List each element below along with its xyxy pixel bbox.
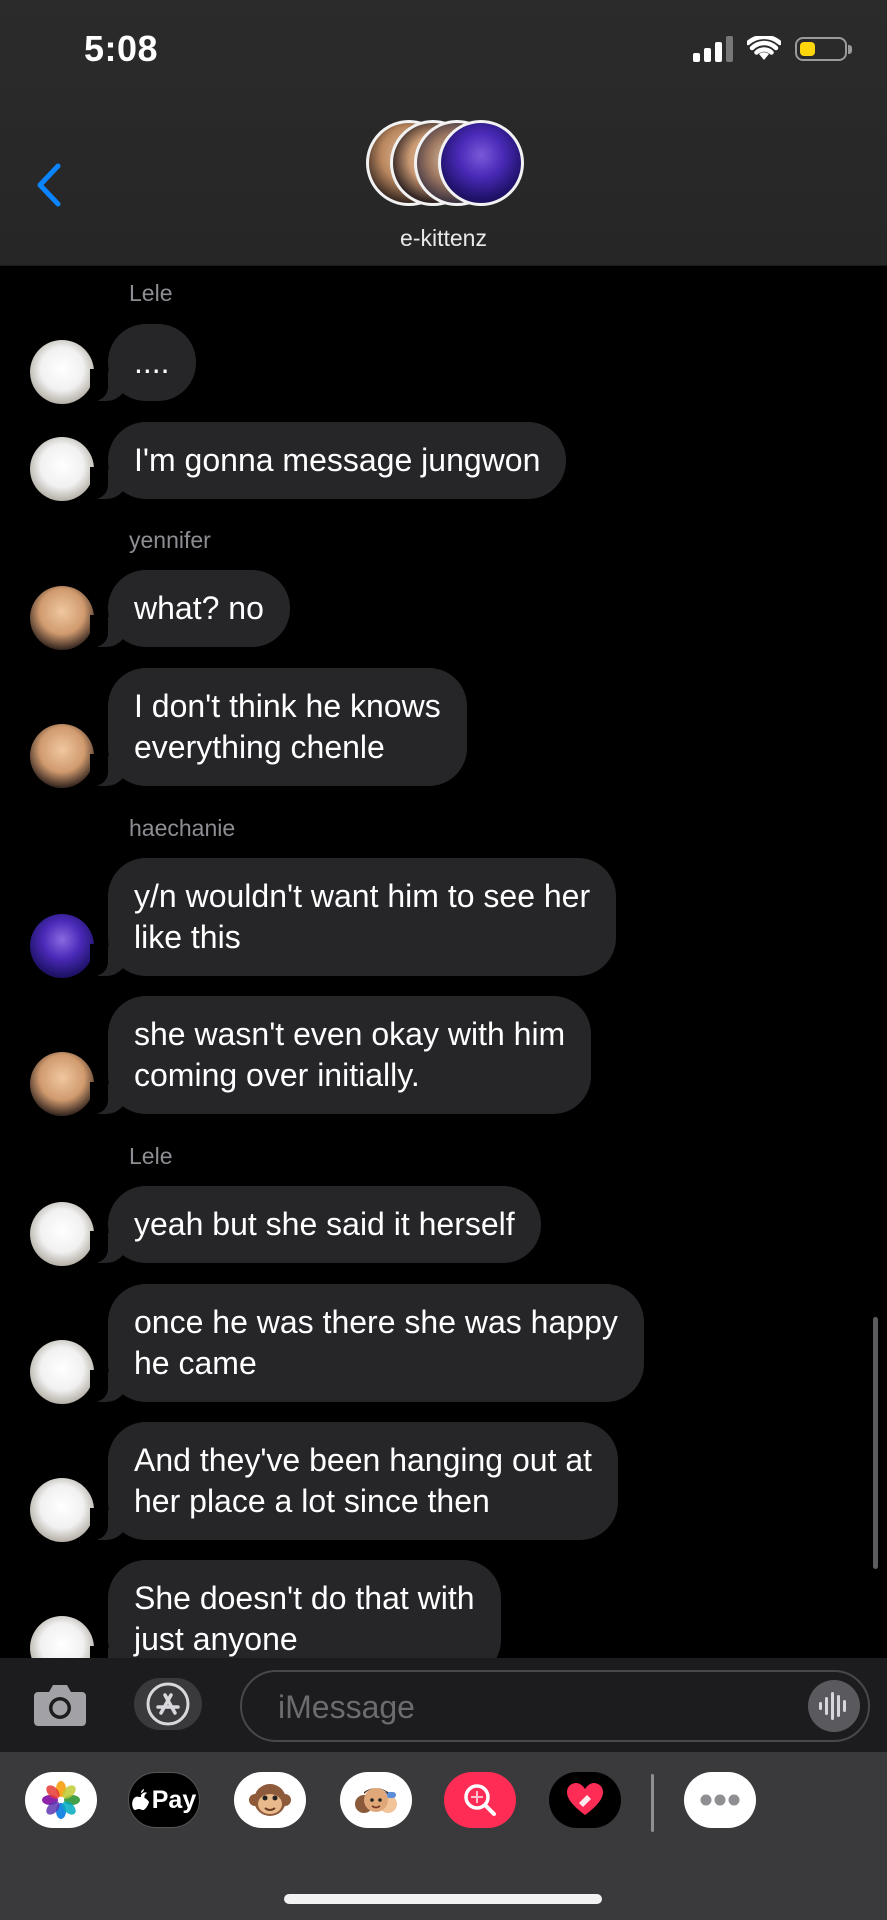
back-chevron-icon[interactable] <box>30 160 70 210</box>
sender-avatar <box>30 1052 94 1116</box>
image-search-button[interactable] <box>444 1772 516 1828</box>
camera-icon[interactable] <box>32 1680 88 1728</box>
group-name[interactable]: e-kittenz <box>0 225 887 252</box>
digital-touch-button[interactable] <box>549 1772 621 1828</box>
dictation-button[interactable] <box>808 1680 860 1732</box>
message-bubble[interactable]: what? no <box>90 570 290 647</box>
apple-pay-button[interactable]: Pay <box>128 1772 200 1828</box>
message-bubble[interactable]: once he was there she was happy he came <box>90 1284 644 1402</box>
status-icons <box>693 32 852 66</box>
message-bubble[interactable]: She doesn't do that with just anyone <box>90 1560 501 1658</box>
message-input-field[interactable] <box>240 1670 870 1742</box>
memoji-icon <box>355 1788 397 1813</box>
status-time: 5:08 <box>84 28 159 69</box>
group-avatar-stack[interactable] <box>366 120 526 210</box>
sender-avatar <box>30 724 94 788</box>
scrollbar[interactable] <box>873 1317 878 1569</box>
conversation-header: 5:08 e-kittenz <box>0 0 887 266</box>
digital-touch-icon <box>567 1783 603 1815</box>
sender-avatar <box>30 1202 94 1266</box>
image-search-icon <box>464 1784 496 1816</box>
app-store-icon <box>146 1682 190 1726</box>
battery-icon <box>795 37 852 61</box>
sender-avatar <box>30 437 94 501</box>
wifi-icon <box>747 36 781 60</box>
message-bubble[interactable]: I'm gonna message jungwon <box>89 422 567 499</box>
animoji-button[interactable] <box>234 1772 306 1828</box>
audio-waveform-icon <box>819 1692 846 1720</box>
sender-avatar <box>30 340 94 404</box>
group-member-avatar <box>438 120 524 206</box>
sender-avatar <box>30 1478 94 1542</box>
message-bubble[interactable]: I don't think he knows everything chenle <box>90 668 467 786</box>
message-bubble[interactable]: y/n wouldn't want him to see her like th… <box>89 858 617 976</box>
sender-avatar <box>30 1616 94 1658</box>
photos-icon <box>42 1781 80 1819</box>
home-indicator[interactable] <box>284 1894 602 1904</box>
message-bubble[interactable]: .... <box>90 324 196 401</box>
compose-bar <box>0 1658 887 1752</box>
message-bubble[interactable]: yeah but she said it herself <box>90 1186 541 1263</box>
animoji-icon <box>249 1784 291 1816</box>
apple-pay-icon <box>131 1789 149 1810</box>
message-bubble[interactable]: she wasn't even okay with him coming ove… <box>89 996 592 1114</box>
memoji-button[interactable] <box>340 1772 412 1828</box>
sender-avatar <box>30 914 94 978</box>
sender-avatar <box>30 1340 94 1404</box>
apple-pay-label: Pay <box>151 1785 197 1814</box>
cellular-signal-icon <box>693 36 733 62</box>
sender-name: yennifer <box>129 527 211 553</box>
sender-avatar <box>30 586 94 650</box>
app-strip-divider <box>651 1774 654 1832</box>
sender-name: Lele <box>129 1143 173 1169</box>
message-bubble[interactable]: And they've been hanging out at her plac… <box>89 1422 619 1540</box>
photos-app-button[interactable] <box>25 1772 97 1828</box>
more-apps-button[interactable] <box>684 1772 756 1828</box>
message-input[interactable] <box>276 1672 780 1742</box>
imessage-app-strip: Pay <box>0 1752 887 1920</box>
more-apps-icon <box>700 1794 740 1806</box>
sender-name: Lele <box>129 280 173 306</box>
sender-name: haechanie <box>129 815 236 841</box>
app-store-button[interactable] <box>134 1678 202 1730</box>
message-thread[interactable]: Lele .... I'm gonna message jungwon yenn… <box>0 266 887 1658</box>
